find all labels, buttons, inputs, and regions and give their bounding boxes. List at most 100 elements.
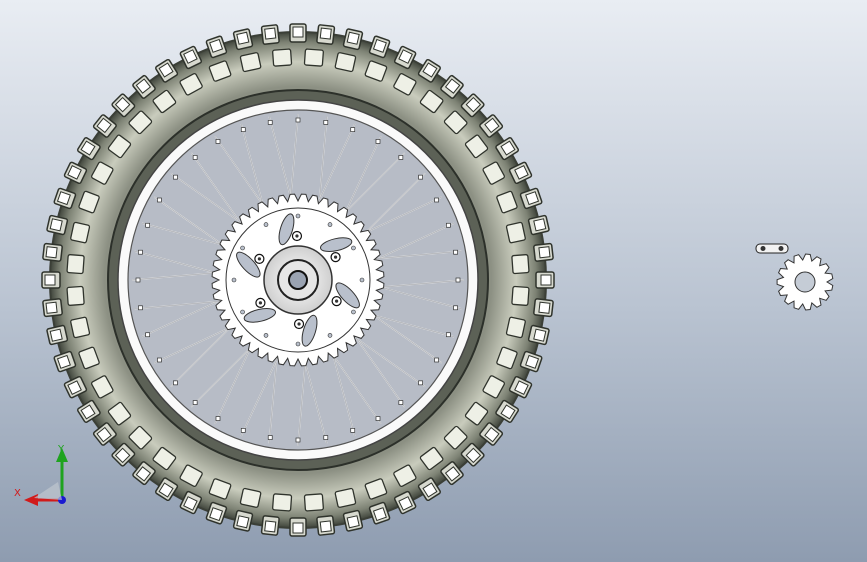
- spoke-nipple: [375, 139, 381, 144]
- tread-knob: [527, 214, 550, 236]
- tread-knob: [70, 316, 91, 339]
- spoke-nipple: [295, 437, 301, 443]
- tread-knob: [260, 24, 280, 45]
- tread-knob: [511, 254, 530, 275]
- tread-knob: [260, 515, 280, 536]
- tread-knob: [511, 285, 530, 306]
- spoke-nipple: [295, 117, 301, 123]
- tread-knob: [316, 24, 336, 45]
- disc-hole: [263, 333, 269, 338]
- spoke-nipple: [350, 428, 356, 433]
- spoke-nipple: [192, 400, 198, 405]
- spoke-nipple: [350, 127, 356, 132]
- tread-knob: [239, 52, 262, 73]
- spoke-nipple: [323, 435, 329, 440]
- spoke-nipple: [173, 174, 178, 180]
- spoke-nipple: [192, 155, 198, 160]
- disc-hole: [351, 309, 356, 315]
- spoke-nipple: [138, 249, 143, 255]
- spoke-nipple: [267, 435, 273, 440]
- tread-knob: [533, 242, 554, 262]
- tread-knob: [232, 509, 254, 532]
- spoke-nipple: [135, 277, 141, 283]
- spoke-nipple: [323, 120, 329, 125]
- tread-knob: [303, 493, 324, 512]
- tread-knob: [533, 298, 554, 318]
- spoke-nipple: [398, 155, 404, 160]
- spoke-nipple: [173, 380, 178, 386]
- spoke-nipple: [375, 416, 381, 421]
- tread-knob: [342, 509, 364, 532]
- disc-hole: [240, 309, 245, 315]
- assembly-scene: X Y: [14, 23, 834, 537]
- tread-knob: [42, 242, 63, 262]
- tread-knob: [535, 271, 555, 289]
- tread-knob: [334, 487, 357, 508]
- front-sprocket-bore: [794, 271, 816, 293]
- spoke-nipple: [267, 120, 273, 125]
- disc-hole: [231, 277, 237, 283]
- bolt-center: [295, 234, 299, 238]
- tread-knob: [342, 28, 364, 51]
- spoke-nipple: [434, 197, 439, 203]
- spoke-nipple: [157, 197, 162, 203]
- cad-viewport[interactable]: X Y: [0, 0, 867, 562]
- tread-knob: [232, 28, 254, 51]
- bolt-center: [257, 257, 261, 261]
- disc-hole: [359, 277, 365, 283]
- spoke-nipple: [240, 428, 246, 433]
- rear-wheel[interactable]: [41, 23, 555, 537]
- tread-knob: [46, 324, 69, 346]
- x-axis-label: X: [14, 488, 21, 499]
- triad-plane: [34, 482, 62, 500]
- spoke-nipple: [455, 277, 461, 283]
- spoke-nipple: [398, 400, 404, 405]
- tread-knob: [316, 515, 336, 536]
- spoke-nipple: [215, 139, 221, 144]
- spoke-nipple: [145, 222, 150, 228]
- spoke-nipple: [240, 127, 246, 132]
- spoke-nipple: [446, 332, 451, 338]
- front-sprocket[interactable]: [776, 253, 834, 311]
- disc-hole: [295, 213, 301, 219]
- tread-knob: [527, 324, 550, 346]
- tread-knob: [46, 214, 69, 236]
- disc-hole: [295, 341, 301, 347]
- spoke-nipple: [446, 222, 451, 228]
- spoke-nipple: [138, 305, 143, 311]
- tread-knob: [70, 221, 91, 244]
- tread-knob: [303, 48, 324, 67]
- tread-knob: [66, 254, 85, 275]
- spoke-nipple: [215, 416, 221, 421]
- bolt-center: [333, 255, 338, 259]
- bolt-center: [258, 301, 263, 305]
- spoke-nipple: [418, 380, 423, 386]
- chain-link[interactable]: [755, 243, 789, 254]
- chain-pin: [778, 246, 784, 251]
- tread-knob: [42, 298, 63, 318]
- x-arrow-head: [24, 494, 38, 506]
- disc-hole: [327, 333, 333, 338]
- tread-knob: [289, 23, 307, 43]
- disc-hole: [240, 245, 245, 251]
- tread-knob: [239, 487, 262, 508]
- tread-knob: [272, 493, 293, 512]
- disc-hole: [351, 245, 356, 251]
- y-axis-label: Y: [57, 444, 65, 455]
- spoke-nipple: [157, 357, 162, 363]
- tread-knob: [272, 48, 293, 67]
- spoke-nipple: [453, 305, 458, 311]
- axle-hole: [288, 270, 308, 290]
- spoke-nipple: [418, 174, 423, 180]
- disc-hole: [263, 222, 269, 227]
- spoke-nipple: [453, 249, 458, 255]
- tread-knob: [289, 517, 307, 537]
- spoke-nipple: [145, 332, 150, 338]
- tread-knob: [505, 316, 526, 339]
- tread-knob: [41, 271, 61, 289]
- tread-knob: [505, 221, 526, 244]
- disc-hole: [327, 222, 333, 227]
- tread-knob: [66, 285, 85, 306]
- axis-triad: X Y: [14, 444, 68, 506]
- spoke-nipple: [434, 357, 439, 363]
